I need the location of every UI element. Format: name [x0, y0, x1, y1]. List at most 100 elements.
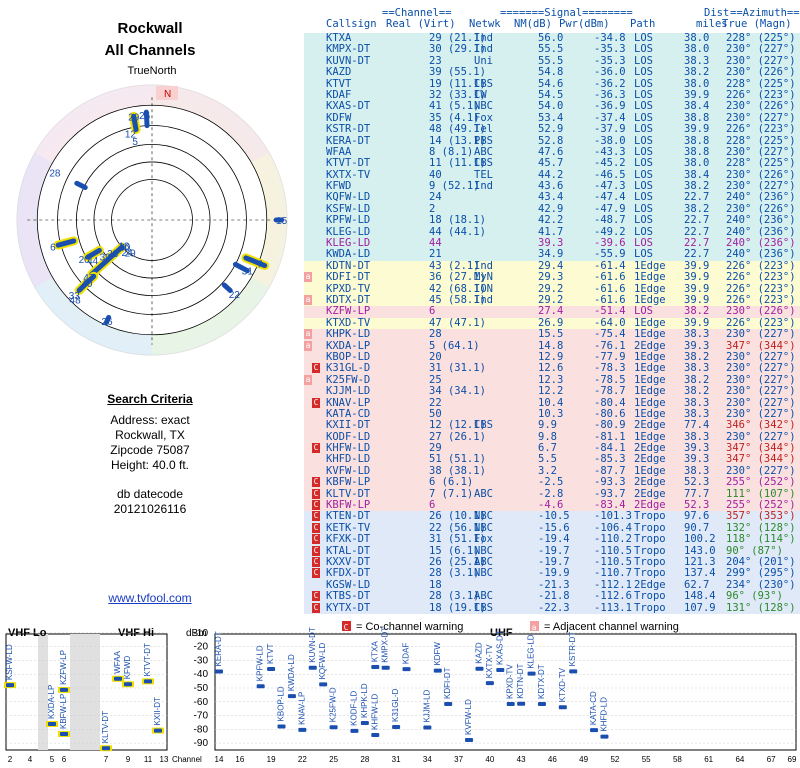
bearing-label: 31 — [242, 267, 254, 278]
channel-bar-label: KATA-CD — [589, 691, 598, 725]
channel-bar-label: KHFD-LD — [599, 697, 608, 732]
channel-bar — [102, 746, 110, 751]
cell-path: 1Edge — [634, 271, 666, 284]
cell-net: Ind — [474, 180, 493, 193]
cell-path: 1Edge — [634, 328, 666, 341]
table-row: KPFW-LD 18 (18.1) 42.2 -48.7 LOS 22.7 240° (23… — [304, 214, 800, 227]
datecode-value: 20121026116 — [113, 502, 187, 516]
cell-az: 226° (223°) — [726, 123, 796, 136]
table-row: KXII-DT 12 (12.1) CBS 9.9 -80.9 2Edge 77.4 346°… — [304, 419, 800, 432]
cell-path: 1Edge — [634, 385, 666, 398]
channel-bar-label: WFAA — [113, 650, 122, 673]
header-real-virt: Real (Virt) — [386, 18, 456, 30]
cell-nm: -21.8 — [538, 590, 570, 603]
cell-nm: 29.3 — [538, 271, 564, 284]
channel-bar — [277, 724, 286, 729]
north-marker: N — [164, 89, 171, 100]
channel-tick: 49 — [579, 755, 588, 764]
channel-tick: 28 — [360, 755, 369, 764]
adjacent-warning-icon: a — [304, 294, 312, 305]
cell-pwr: -45.2 — [594, 157, 626, 170]
cell-path: LOS — [634, 66, 653, 79]
cell-ch: 6 (6.1) — [429, 476, 474, 489]
header-pwr: Pwr(dBm) — [559, 18, 610, 30]
channel-bar — [423, 725, 432, 730]
channel-tick: 40 — [485, 755, 494, 764]
channel-bar-label: KNAV-LP — [297, 692, 306, 725]
criteria-address: Address: exact — [110, 413, 190, 427]
cell-az: 226° (223°) — [726, 271, 796, 284]
cell-nm: -19.4 — [538, 533, 570, 546]
channel-axis-label: Channel — [172, 755, 202, 764]
cell-ch: 28 (3.1) — [429, 590, 480, 603]
cell-dist: 77.4 — [684, 419, 710, 432]
channel-bar-label: KAZD — [474, 642, 483, 664]
channel-bar — [402, 667, 411, 672]
cell-az: 230° (226°) — [726, 66, 796, 79]
adjacent-legend-flag: a — [532, 623, 537, 632]
cell-call: KHPK-LD — [326, 328, 371, 341]
table-row: C KTBS-DT 28 (3.1) ABC -21.8 -112.6 Tropo 148.4… — [304, 590, 800, 603]
cell-path: LOS — [634, 157, 653, 170]
bearing-label: 29 — [128, 112, 140, 123]
left-panel: Rockwall All Channels TrueNorth N 29 26 12 5… — [0, 0, 300, 620]
cell-pwr: -112.6 — [594, 590, 632, 603]
cell-call: KXII-DT — [326, 419, 371, 432]
spectrum-chart: C = Co-channel warning a = Adjacent channel… — [4, 621, 797, 764]
channel-bar-label: KDTX-DT — [537, 664, 546, 699]
bearing-label: 44 — [87, 256, 99, 267]
cochannel-warning-icon: C — [312, 363, 320, 374]
channel-bar-label: KDAF — [402, 643, 411, 664]
table-row: a KDFI-DT 36 (27.1) MyN 29.3 -61.6 1Edge 39.9 22… — [304, 271, 800, 284]
channel-bar — [48, 721, 56, 726]
cochannel-warning-icon: C — [312, 511, 320, 522]
channel-tick: 46 — [548, 755, 557, 764]
channel-bar — [506, 701, 515, 706]
cochannel-warning-icon: C — [312, 477, 320, 488]
cell-ch: 28 — [429, 328, 442, 341]
cell-path: Tropo — [634, 601, 666, 614]
bearing-label: 40 — [81, 279, 93, 290]
channel-tick: 69 — [788, 755, 797, 764]
header-path: Path — [630, 18, 656, 30]
cell-net: ABC — [474, 487, 493, 500]
channel-bar-label: KTXD-TV — [558, 667, 567, 702]
channel-bar — [267, 666, 276, 671]
header-nm: NM(dB) — [514, 18, 552, 30]
channel-bar-label: KDTN-DT — [516, 663, 525, 698]
channel-bar-label: KJJM-LD — [422, 689, 431, 722]
channel-bar-label: KXDA-LP — [47, 685, 56, 719]
adjacent-legend: = Adjacent channel warning — [544, 621, 679, 633]
channel-bar — [485, 681, 494, 686]
channel-tick: 2 — [8, 755, 13, 764]
table-row: C KBFW-LP 6 (6.1) -2.5 -93.3 2Edge 52.3 255° (2… — [304, 476, 800, 489]
criteria-city: Rockwall, TX — [115, 428, 185, 442]
criteria-zip: Zipcode 75087 — [110, 443, 190, 457]
cell-net: CBS — [474, 601, 493, 614]
channel-bar-label: KTVT — [266, 643, 275, 664]
cochannel-warning-icon: C — [312, 488, 320, 499]
cell-net: Fox — [474, 533, 493, 546]
cell-dist: 39.9 — [684, 271, 710, 284]
channel-bar-label: KLEG-LD — [527, 634, 536, 668]
dbm-tick: -30 — [194, 655, 209, 666]
cell-pwr: -80.9 — [594, 419, 626, 432]
cell-az: 240° (236°) — [726, 214, 796, 227]
cell-pwr: -37.9 — [594, 123, 626, 136]
cell-call: KDFI-DT — [326, 271, 371, 284]
channel-bar-label: KHPK-LD — [360, 683, 369, 718]
bearing-label: 22 — [229, 290, 241, 301]
header-true-magn: True (Magn) — [722, 18, 792, 30]
cell-call: KYTX-DT — [326, 601, 371, 614]
cell-nm: -22.3 — [538, 601, 570, 614]
site-link[interactable]: www.tvfool.com — [0, 591, 300, 605]
channel-bar-label: KUVN-DT — [308, 627, 317, 663]
header-netwk: Netwk — [469, 18, 501, 30]
cochannel-warning-icon: C — [312, 500, 320, 511]
channel-tick: 7 — [104, 755, 109, 764]
cell-path: 2Edge — [634, 476, 666, 489]
channel-bar-label: K31GL-D — [391, 688, 400, 722]
cell-net: CBS — [474, 419, 493, 432]
channel-bar — [360, 720, 369, 725]
channel-bar-label: KLTV-DT — [101, 711, 110, 743]
